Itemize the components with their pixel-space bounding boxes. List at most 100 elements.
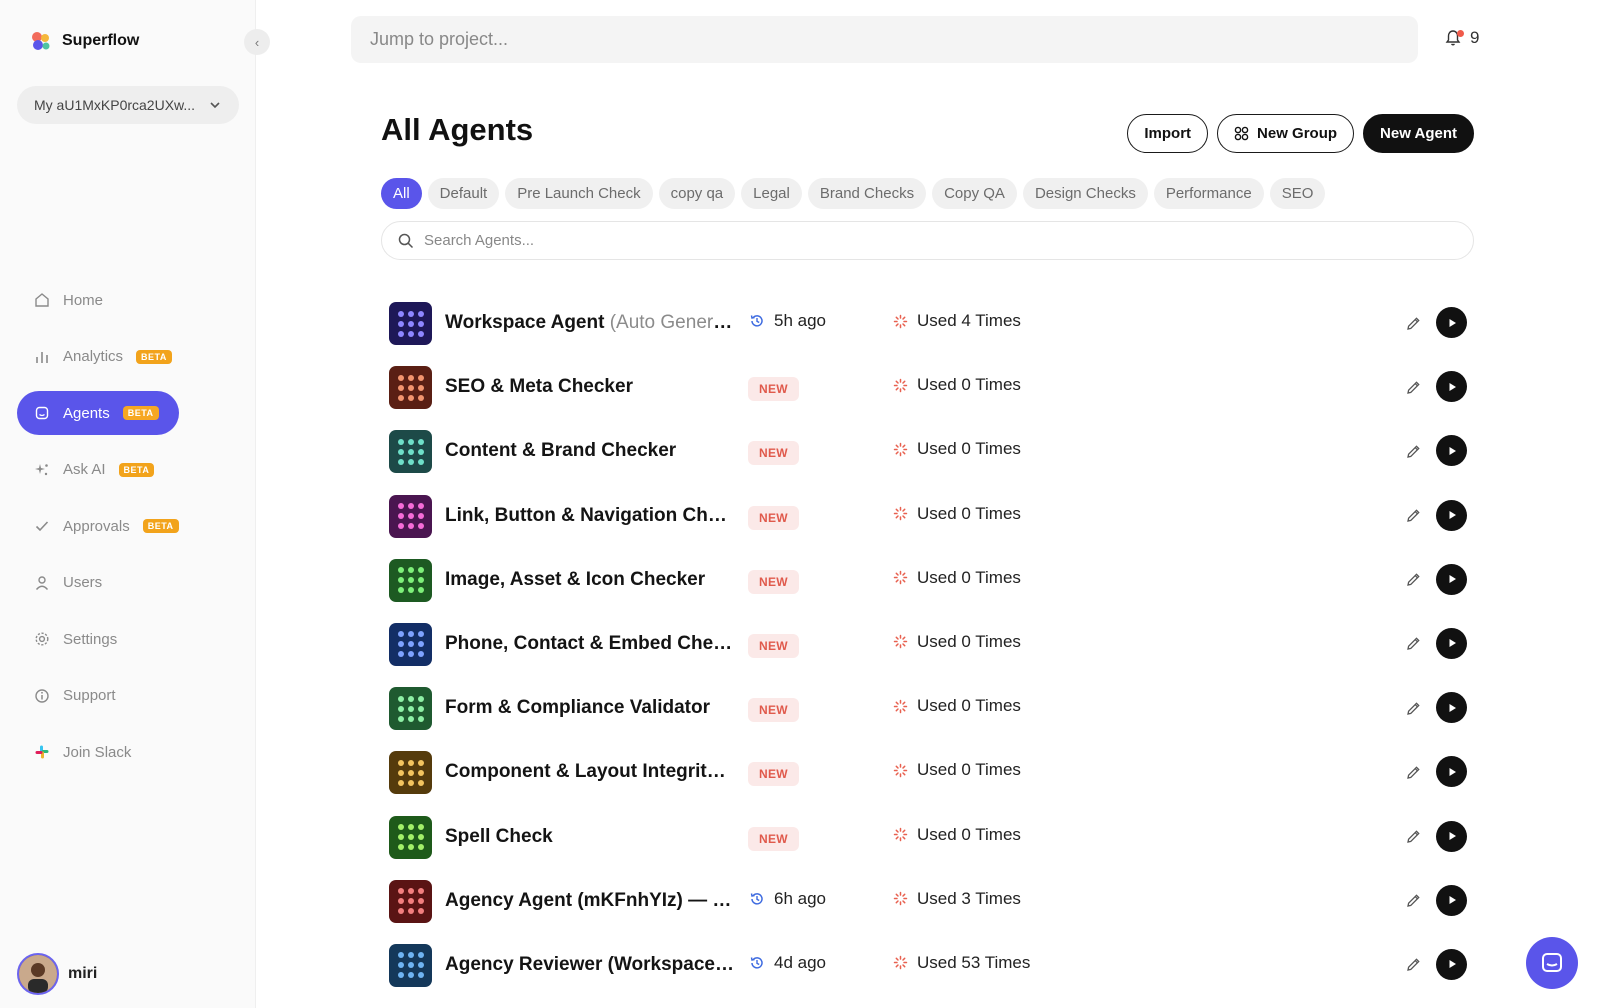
sidebar-item-support[interactable]: Support [17,674,179,718]
collapse-sidebar-button[interactable]: ‹ [244,29,270,55]
agent-avatar-icon [389,494,432,538]
agent-name-text: Image, Asset & Icon Checker [445,568,706,590]
agent-row[interactable]: Image, Asset & Icon Checker NEW Used 0 Tim… [381,557,1474,621]
filter-chip[interactable]: All [381,178,422,209]
filter-chip[interactable]: Copy QA [932,178,1017,209]
agent-name[interactable]: SEO & Meta Checker [445,376,735,398]
filter-chip[interactable]: Performance [1153,178,1264,209]
filter-chip[interactable]: Pre Launch Check [505,178,653,209]
agent-name[interactable]: Component & Layout Integrity ... [445,761,735,783]
edit-icon[interactable] [1405,315,1421,331]
new-agent-button[interactable]: New Agent [1363,114,1474,153]
agent-avatar-icon [389,879,432,923]
sidebar-item-ask-ai[interactable]: Ask AI BETA [17,448,179,492]
agent-row[interactable]: Link, Button & Navigation Check... NEW Use… [381,493,1474,557]
notifications-button[interactable]: 9 [1444,28,1479,48]
sidebar-item-users[interactable]: Users [17,561,179,605]
agent-avatar-icon [389,687,432,731]
edit-icon[interactable] [1405,443,1421,459]
agent-name[interactable]: Agency Agent (mKFnhYIz) — W... [445,890,735,912]
chevron-left-icon: ‹ [254,34,260,50]
agent-name[interactable]: Spell Check [445,826,735,848]
new-badge: NEW [748,633,799,658]
run-agent-button[interactable] [1436,948,1467,980]
agent-name-text: Form & Compliance Validator [445,697,710,719]
run-agent-button[interactable] [1436,756,1467,788]
agent-row[interactable]: Agency Agent (mKFnhYIz) — W... 6h ago Used… [381,878,1474,942]
sidebar-item-approvals[interactable]: Approvals BETA [17,504,179,548]
edit-icon[interactable] [1405,700,1421,716]
filter-chip[interactable]: Brand Checks [807,178,927,209]
filter-tabs: All Default Pre Launch Check copy qa Legal Br… [381,178,1326,209]
edit-icon[interactable] [1405,764,1421,780]
sidebar-item-analytics[interactable]: Analytics BETA [17,335,179,379]
agent-row[interactable]: SEO & Meta Checker NEW Used 0 Times [381,364,1474,428]
agent-avatar-icon [389,366,432,410]
new-group-button[interactable]: New Group [1217,114,1355,153]
notification-count: 9 [1470,28,1480,47]
agent-row[interactable]: Phone, Contact & Embed Check... NEW Used 0… [381,621,1474,685]
usage-count-text: Used 0 Times [917,631,1021,651]
filter-chip[interactable]: Legal [741,178,802,209]
run-agent-button[interactable] [1436,499,1467,531]
agent-row[interactable]: Workspace Agent (Auto Genera... 5h ago Use… [381,300,1474,364]
edit-icon[interactable] [1405,508,1421,524]
edit-icon[interactable] [1405,379,1421,395]
agent-name[interactable]: Workspace Agent (Auto Genera... [445,312,735,334]
header-actions: Import New Group New Agent [1127,114,1474,153]
sidebar-item-join-slack[interactable]: Join Slack [17,730,179,774]
edit-icon[interactable] [1405,636,1421,652]
sidebar-item-home[interactable]: Home [17,278,179,322]
burst-icon [893,635,908,649]
workspace-selector[interactable]: My aU1MxKP0rca2UXw... [17,86,239,124]
run-agent-button[interactable] [1436,371,1467,403]
burst-icon [893,956,908,970]
agent-row[interactable]: Spell Check NEW Used 0 Times [381,814,1474,878]
jump-to-project-input[interactable]: Jump to project... [351,16,1418,63]
edit-icon[interactable] [1405,957,1421,973]
filter-chip[interactable]: SEO [1269,178,1326,209]
agent-name[interactable]: Agency Reviewer (Workspace ... [445,954,735,976]
last-run: 5h ago [749,311,826,331]
run-agent-button[interactable] [1436,692,1467,724]
agent-name[interactable]: Image, Asset & Icon Checker [445,569,735,591]
run-agent-button[interactable] [1436,435,1467,467]
run-agent-button[interactable] [1436,307,1467,338]
usage-count: Used 53 Times [893,953,1030,973]
burst-icon [893,763,908,778]
edit-icon[interactable] [1405,572,1421,588]
run-agent-button[interactable] [1436,884,1467,916]
agent-row[interactable]: Agency Reviewer (Workspace ... 4d ago Used… [381,942,1474,1006]
agent-name[interactable]: Link, Button & Navigation Check... [445,505,735,527]
agent-avatar-icon [389,943,432,987]
search-agents-input[interactable]: Search Agents... [381,221,1474,260]
filter-chip[interactable]: Default [427,178,500,209]
agent-name-text: Phone, Contact & Embed Check... [445,632,735,654]
agent-row[interactable]: Component & Layout Integrity ... NEW Used … [381,749,1474,813]
edit-icon[interactable] [1405,893,1421,909]
run-agent-button[interactable] [1436,627,1467,659]
new-badge: NEW [748,505,799,530]
run-agent-button[interactable] [1436,563,1467,595]
agent-name[interactable]: Form & Compliance Validator [445,697,735,719]
sidebar-item-label: Home [63,291,104,309]
brand[interactable]: Superflow [30,30,139,52]
user-profile[interactable]: miri [17,953,97,995]
agent-row[interactable]: Content & Brand Checker NEW Used 0 Times [381,428,1474,492]
bar-chart-icon [34,349,50,365]
agent-avatar-icon [389,751,432,795]
agent-name[interactable]: Content & Brand Checker [445,440,735,462]
filter-chip[interactable]: copy qa [658,178,736,209]
agent-name[interactable]: Phone, Contact & Embed Check... [445,633,735,655]
edit-icon[interactable] [1405,829,1421,845]
sidebar-item-settings[interactable]: Settings [17,617,179,661]
usage-count-text: Used 53 Times [917,952,1031,972]
sparkle-icon [34,462,50,478]
usage-count-text: Used 0 Times [917,503,1021,523]
chat-support-button[interactable] [1526,937,1578,989]
import-button[interactable]: Import [1127,114,1209,153]
run-agent-button[interactable] [1436,820,1467,852]
agent-row[interactable]: Form & Compliance Validator NEW Used 0 Tim… [381,685,1474,749]
sidebar-item-agents[interactable]: Agents BETA [17,391,179,435]
filter-chip[interactable]: Design Checks [1022,178,1148,209]
